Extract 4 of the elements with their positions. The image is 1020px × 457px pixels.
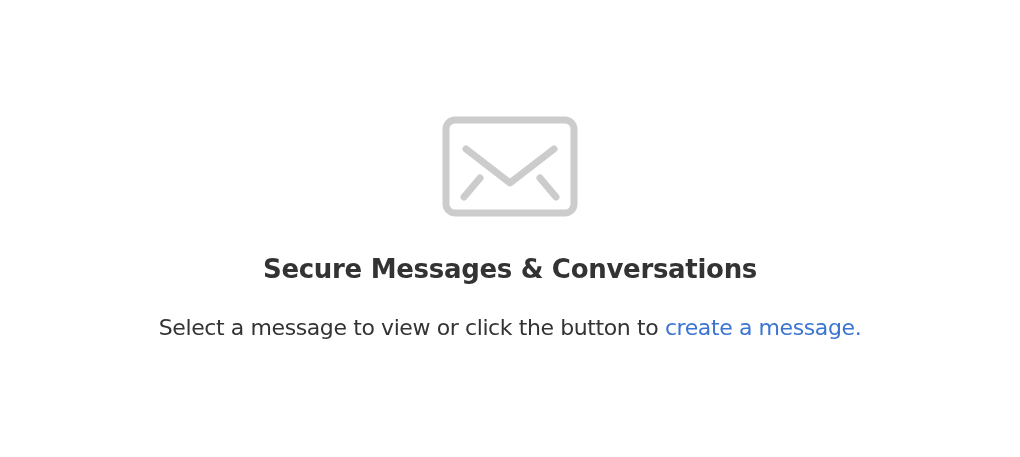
envelope-icon <box>442 116 578 217</box>
empty-state-title: Secure Messages & Conversations <box>262 253 758 286</box>
empty-state-message: Select a message to view or click the button to create a message. <box>158 314 862 342</box>
create-message-link[interactable]: create a message. <box>664 315 862 340</box>
